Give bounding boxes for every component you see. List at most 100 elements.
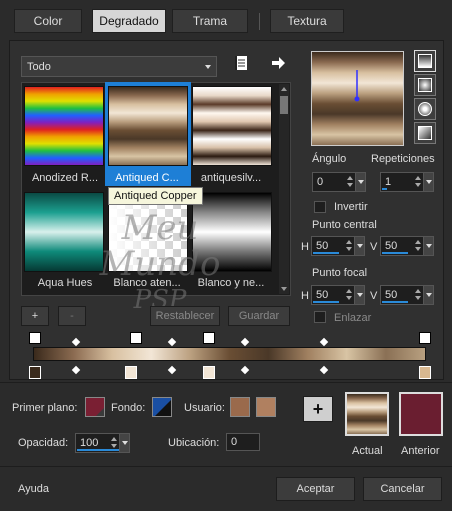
link-label: Enlazar bbox=[334, 312, 372, 324]
tab-pattern[interactable]: Trama bbox=[172, 9, 248, 33]
tab-gradient[interactable]: Degradado bbox=[92, 9, 166, 33]
center-h-label: H bbox=[301, 241, 309, 253]
center-v-down-icon[interactable] bbox=[415, 247, 421, 251]
add-stop-button[interactable]: + bbox=[21, 306, 49, 326]
opacity-stop[interactable] bbox=[29, 332, 41, 344]
reset-button[interactable]: Restablecer bbox=[150, 306, 220, 326]
angle-dropdown[interactable] bbox=[355, 173, 365, 191]
center-h-spinner[interactable]: 50 bbox=[311, 236, 365, 256]
center-v-dropdown[interactable] bbox=[423, 237, 433, 255]
color-stop[interactable] bbox=[419, 366, 431, 379]
focal-h-dropdown[interactable] bbox=[354, 286, 364, 304]
opacity-down-icon[interactable] bbox=[111, 444, 117, 448]
angle-down-icon[interactable] bbox=[347, 183, 353, 187]
location-field[interactable]: 0 bbox=[226, 433, 260, 451]
center-h-dropdown[interactable] bbox=[354, 237, 364, 255]
repeats-dropdown[interactable] bbox=[423, 173, 433, 191]
cancel-button[interactable]: Cancelar bbox=[363, 477, 442, 501]
opacity-value: 100 bbox=[80, 437, 99, 449]
focal-v-up-icon[interactable] bbox=[415, 289, 421, 293]
gradient-label-anodized: Anodized R... bbox=[31, 172, 99, 184]
center-h-down-icon[interactable] bbox=[346, 247, 352, 251]
category-dropdown[interactable]: Todo bbox=[21, 56, 217, 77]
focal-v-down-icon[interactable] bbox=[415, 296, 421, 300]
focal-h-down-icon[interactable] bbox=[346, 296, 352, 300]
opacity-up-icon[interactable] bbox=[111, 437, 117, 441]
color-stop[interactable] bbox=[125, 366, 137, 379]
help-link[interactable]: Ayuda bbox=[18, 483, 49, 495]
repeats-bar bbox=[382, 188, 387, 190]
focal-v-bar bbox=[382, 301, 408, 303]
color-stop[interactable] bbox=[203, 366, 215, 379]
user-swatch-1[interactable] bbox=[230, 397, 250, 417]
repeats-down-icon[interactable] bbox=[415, 183, 421, 187]
current-swatch bbox=[345, 392, 389, 436]
scroll-down-icon[interactable] bbox=[281, 287, 287, 291]
add-to-swatches-button[interactable]: + bbox=[303, 396, 333, 422]
center-h-up-icon[interactable] bbox=[346, 240, 352, 244]
focal-h-spinner[interactable]: 50 bbox=[311, 285, 365, 305]
angle-up-icon[interactable] bbox=[347, 176, 353, 180]
opacity-stop[interactable] bbox=[130, 332, 142, 344]
arrow-right-icon[interactable] bbox=[270, 55, 286, 71]
save-button[interactable]: Guardar bbox=[228, 306, 290, 326]
foreground-label: Primer plano: bbox=[12, 402, 78, 414]
gallery-scrollbar[interactable] bbox=[279, 84, 289, 294]
linear-style-button[interactable] bbox=[414, 50, 436, 72]
previous-swatch[interactable] bbox=[399, 392, 443, 436]
link-checkbox[interactable] bbox=[314, 311, 326, 323]
accept-button[interactable]: Aceptar bbox=[276, 477, 355, 501]
background-swatch[interactable] bbox=[152, 397, 172, 417]
scrollbar-thumb[interactable] bbox=[280, 96, 288, 114]
focal-v-spinner[interactable]: 50 bbox=[380, 285, 434, 305]
focal-h-up-icon[interactable] bbox=[346, 289, 352, 293]
scroll-up-icon[interactable] bbox=[281, 87, 287, 91]
library-icon[interactable] bbox=[233, 55, 249, 71]
center-v-spinner[interactable]: 50 bbox=[380, 236, 434, 256]
gradient-thumb-antiqued[interactable] bbox=[108, 86, 188, 166]
gradient-preview[interactable] bbox=[311, 51, 404, 146]
tooltip: Antiqued Copper bbox=[108, 187, 203, 205]
angle-spinner[interactable]: 0 bbox=[312, 172, 366, 192]
angle-value: 0 bbox=[317, 176, 324, 188]
user-swatch-2[interactable] bbox=[256, 397, 276, 417]
category-value: Todo bbox=[27, 60, 51, 73]
focal-h-label: H bbox=[301, 290, 309, 302]
center-v-up-icon[interactable] bbox=[415, 240, 421, 244]
invert-checkbox[interactable] bbox=[314, 201, 326, 213]
repeats-up-icon[interactable] bbox=[415, 176, 421, 180]
opacity-dropdown[interactable] bbox=[119, 434, 129, 452]
previous-label: Anterior bbox=[401, 445, 440, 457]
location-label: Ubicación: bbox=[168, 437, 220, 449]
rectangular-style-button[interactable] bbox=[414, 74, 436, 96]
angle-handle-icon[interactable] bbox=[312, 52, 405, 147]
center-point-label: Punto central bbox=[312, 219, 377, 231]
opacity-stop[interactable] bbox=[203, 332, 215, 344]
sunburst-style-button[interactable] bbox=[414, 122, 436, 144]
focal-point-label: Punto focal bbox=[312, 267, 368, 279]
remove-stop-button[interactable]: - bbox=[58, 306, 86, 326]
repeats-spinner[interactable]: 1 bbox=[380, 172, 434, 192]
focal-h-bar bbox=[313, 301, 339, 303]
center-v-label: V bbox=[370, 241, 378, 253]
opacity-stop[interactable] bbox=[419, 332, 431, 344]
current-label: Actual bbox=[352, 445, 383, 457]
center-h-value: 50 bbox=[316, 240, 329, 252]
focal-v-value: 50 bbox=[385, 289, 398, 301]
color-stop[interactable] bbox=[29, 366, 41, 379]
gradient-bar[interactable] bbox=[33, 347, 426, 361]
user-label: Usuario: bbox=[184, 402, 225, 414]
center-v-bar bbox=[382, 252, 408, 254]
angle-label: Ángulo bbox=[312, 153, 347, 165]
foreground-swatch[interactable] bbox=[85, 397, 105, 417]
opacity-spinner[interactable]: 100 bbox=[75, 433, 130, 453]
radial-style-button[interactable] bbox=[414, 98, 436, 120]
watermark: Meu Mundo PSP bbox=[60, 210, 260, 318]
gradient-thumb-antiquesilver[interactable] bbox=[192, 86, 272, 166]
gradient-thumb-anodized[interactable] bbox=[24, 86, 104, 166]
tab-texture[interactable]: Textura bbox=[270, 9, 344, 33]
tab-color[interactable]: Color bbox=[14, 9, 82, 33]
center-h-bar bbox=[313, 252, 339, 254]
watermark-line1: Meu Mundo bbox=[99, 208, 221, 284]
focal-v-dropdown[interactable] bbox=[423, 286, 433, 304]
